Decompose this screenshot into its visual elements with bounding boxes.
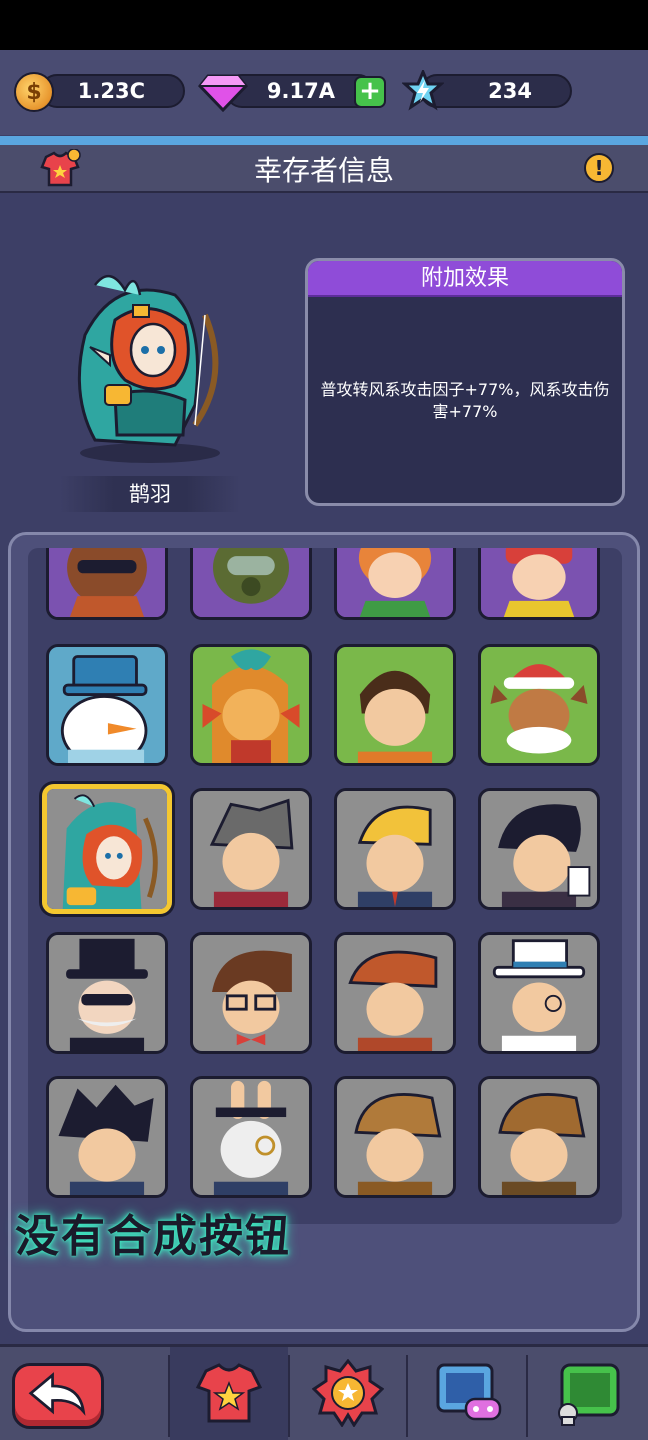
nav-tab-profile[interactable] (528, 1347, 648, 1440)
survivor-card-glasses-bowtie[interactable] (190, 932, 312, 1054)
back-arrow-icon (28, 1372, 86, 1416)
profile-frame-icon (558, 1363, 620, 1426)
rank-badge-icon (312, 1359, 384, 1427)
coin-counter: 1.23C (40, 74, 185, 108)
coin-value: 1.23C (77, 79, 145, 103)
survivor-grid[interactable] (28, 548, 622, 1224)
info-icon[interactable]: ! (584, 153, 614, 183)
overlay-caption: 没有合成按钮 (15, 1211, 291, 1262)
survivor-card-flatcap-detective[interactable] (334, 932, 456, 1054)
add-gems-button[interactable]: + (354, 76, 386, 108)
survivor-card-deerstalker-detective-alt[interactable] (478, 1076, 600, 1198)
survivor-card-dragon-king[interactable] (190, 644, 312, 766)
header-accent (0, 136, 648, 145)
title-bar: 幸存者信息 ! (0, 145, 648, 193)
survivor-card-rabbit-monocle[interactable] (190, 1076, 312, 1198)
status-bar (0, 0, 648, 50)
survivor-card-spiky-hair-agent[interactable] (46, 1076, 168, 1198)
survivor-card-phantom-thief[interactable] (478, 932, 600, 1054)
bonus-effect-description: 普攻转风系攻击因子+77%，风系攻击伤害+77% (320, 380, 610, 421)
bonus-effect-title: 附加效果 (308, 261, 622, 297)
gem-icon (198, 74, 248, 112)
screen-gamepad-icon (436, 1363, 502, 1421)
survivor-card-orange-hair-kid[interactable] (334, 548, 456, 620)
survivor-card-tophat-tycoon[interactable] (46, 932, 168, 1054)
survivor-card-grey-hair-lawyer[interactable] (190, 788, 312, 910)
survivor-card-sunglasses-boss[interactable] (46, 548, 168, 620)
hero-name: 鹊羽 (60, 476, 240, 512)
nav-tab-rank[interactable] (290, 1347, 406, 1440)
survivor-card-christmas-reindeer[interactable] (478, 644, 600, 766)
survivor-card-gasmask-soldier[interactable] (190, 548, 312, 620)
currency-bar: 1.23C $ 9.17A + 234 (0, 50, 648, 135)
survivor-card-blonde-businessman[interactable] (334, 788, 456, 910)
hero-elf-archer-image (77, 275, 220, 463)
survivor-card-brown-hair-fighter[interactable] (334, 644, 456, 766)
gem-value: 9.17A (266, 79, 335, 103)
survivor-card-red-cap-kid[interactable] (478, 548, 600, 620)
survivor-card-elf-archer-selected[interactable] (42, 784, 172, 914)
nav-tab-outfit[interactable] (170, 1347, 288, 1440)
survivor-card-deerstalker-detective[interactable] (334, 1076, 456, 1198)
bonus-effect-panel: 附加效果 普攻转风系攻击因子+77%，风系攻击伤害+77% (305, 258, 625, 506)
page-title: 幸存者信息 (253, 154, 394, 187)
hero-portrait (55, 265, 245, 465)
shirt-star-icon (195, 1363, 263, 1423)
coin-icon: $ (14, 72, 54, 112)
energy-star-icon (402, 70, 444, 111)
bottom-nav (0, 1344, 648, 1440)
back-button[interactable] (12, 1363, 104, 1429)
survivor-card-black-hair-writer[interactable] (478, 788, 600, 910)
nav-back-slot (0, 1347, 168, 1440)
nav-tab-display[interactable] (408, 1347, 526, 1440)
energy-value: 234 (488, 79, 532, 103)
survivor-card-snowman[interactable] (46, 644, 168, 766)
